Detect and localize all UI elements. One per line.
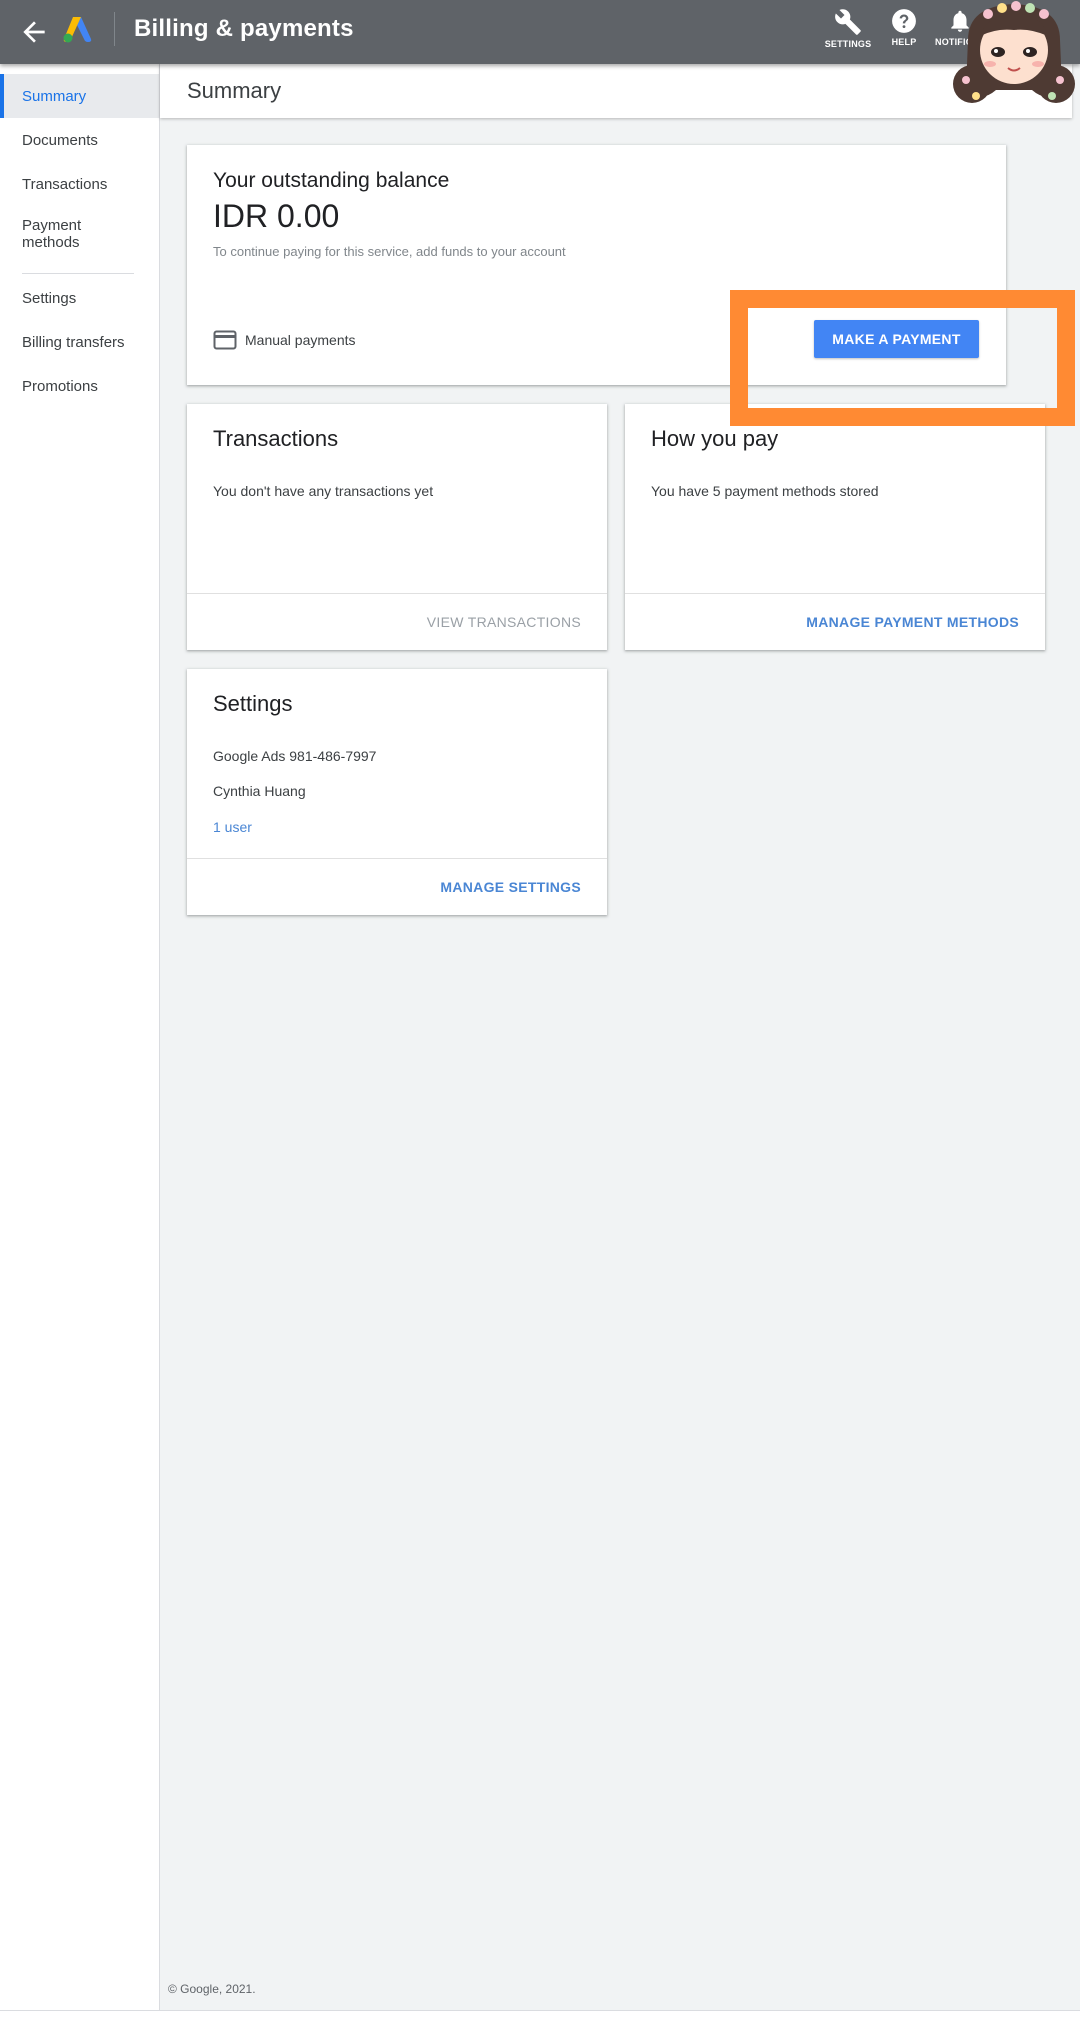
main-content: Summary Your outstanding balance IDR 0.0… xyxy=(160,64,1080,2010)
google-ads-logo xyxy=(62,15,92,43)
sidebar-item-label: Billing transfers xyxy=(22,333,125,351)
bottom-edge xyxy=(0,2010,1080,2027)
manage-payment-methods-button[interactable]: MANAGE PAYMENT METHODS xyxy=(806,614,1019,630)
users-link[interactable]: 1 user xyxy=(213,819,252,835)
app-title: Billing & payments xyxy=(134,15,354,42)
settings-card: Settings Google Ads 981-486-7997 Cynthia… xyxy=(187,669,607,915)
sidebar-item-label: Settings xyxy=(22,289,77,307)
balance-note: To continue paying for this service, add… xyxy=(213,244,566,259)
how-you-pay-text: You have 5 payment methods stored xyxy=(651,483,879,499)
transactions-title: Transactions xyxy=(213,426,339,451)
balance-amount: IDR 0.00 xyxy=(213,198,340,234)
help-tool-button[interactable]: HELP xyxy=(874,8,934,56)
sidebar-item-payment-methods[interactable]: Payment methods xyxy=(0,206,159,262)
sidebar-item-billing-transfers[interactable]: Billing transfers xyxy=(0,320,159,364)
top-app-bar: Billing & payments SETTINGS HELP NOTIFIC… xyxy=(0,0,1080,64)
transactions-card: Transactions You don't have any transact… xyxy=(187,404,607,650)
payment-method-row: Manual payments xyxy=(213,330,356,350)
sidebar-item-settings[interactable]: Settings xyxy=(0,276,159,320)
balance-heading: Your outstanding balance xyxy=(213,169,450,192)
how-you-pay-title: How you pay xyxy=(651,426,779,451)
help-tool-label: HELP xyxy=(891,37,917,47)
card-divider xyxy=(187,858,607,859)
wrench-icon xyxy=(835,9,861,35)
sidebar-item-label: Documents xyxy=(22,131,98,149)
credit-card-icon xyxy=(213,330,237,350)
payment-method-label: Manual payments xyxy=(245,332,356,348)
copyright-text: © Google, 2021. xyxy=(168,1982,256,1996)
settings-title: Settings xyxy=(213,691,293,716)
help-icon xyxy=(892,9,916,33)
outstanding-balance-card: Your outstanding balance IDR 0.00 To con… xyxy=(187,145,1006,385)
sidebar-item-label: Payment methods xyxy=(22,217,82,251)
card-divider xyxy=(187,593,607,594)
make-a-payment-button[interactable]: MAKE A PAYMENT xyxy=(814,320,979,358)
account-owner-name: Cynthia Huang xyxy=(213,783,306,799)
view-transactions-button[interactable]: VIEW TRANSACTIONS xyxy=(427,614,581,630)
sidebar-nav: Summary Documents Transactions Payment m… xyxy=(0,64,160,2010)
girl-avatar-sticker xyxy=(948,0,1080,112)
settings-tool-button[interactable]: SETTINGS xyxy=(818,8,878,56)
sidebar-item-label: Transactions xyxy=(22,175,108,193)
page-header: Summary xyxy=(160,64,1072,118)
sidebar-item-promotions[interactable]: Promotions xyxy=(0,364,159,408)
sidebar-item-summary[interactable]: Summary xyxy=(0,74,159,118)
account-id: Google Ads 981-486-7997 xyxy=(213,748,377,764)
sidebar-divider xyxy=(22,273,134,274)
sidebar-item-label: Promotions xyxy=(22,377,98,395)
transactions-text: You don't have any transactions yet xyxy=(213,483,434,499)
sidebar-item-documents[interactable]: Documents xyxy=(0,118,159,162)
sidebar-item-transactions[interactable]: Transactions xyxy=(0,162,159,206)
back-arrow-icon[interactable] xyxy=(18,16,50,48)
how-you-pay-card: How you pay You have 5 payment methods s… xyxy=(625,404,1045,650)
manage-settings-button[interactable]: MANAGE SETTINGS xyxy=(440,879,581,895)
card-divider xyxy=(625,593,1045,594)
settings-tool-label: SETTINGS xyxy=(824,39,872,49)
topbar-divider xyxy=(114,12,115,46)
sidebar-item-label: Summary xyxy=(22,87,87,105)
page-title: Summary xyxy=(187,78,282,103)
